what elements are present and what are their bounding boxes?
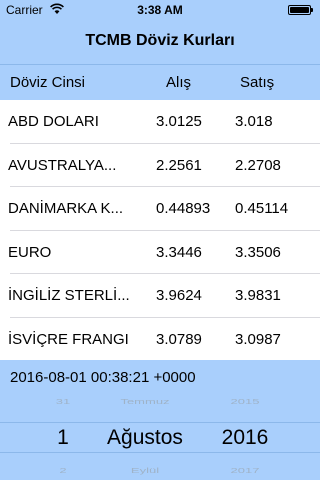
picker-day-column[interactable]: 31 1 2 bbox=[40, 396, 86, 480]
picker-day-current[interactable]: 1 bbox=[40, 426, 86, 450]
picker-day-prev[interactable]: 31 bbox=[40, 397, 86, 405]
selected-date-text: 2016-08-01 00:38:21 +0000 bbox=[10, 369, 196, 386]
picker-day-next[interactable]: 2 bbox=[40, 466, 86, 474]
clock: 3:38 AM bbox=[137, 3, 183, 17]
currency-name: İSVİÇRE FRANGI bbox=[8, 330, 129, 348]
header-buying: Alış bbox=[166, 74, 192, 91]
currency-list[interactable]: ABD DOLARI 3.0125 3.018 AVUSTRALYA... 2.… bbox=[0, 100, 320, 361]
table-header: Döviz Cinsi Alış Satış bbox=[0, 64, 320, 100]
picker-month-next[interactable]: Eylül bbox=[95, 466, 195, 474]
navigation-bar: Carrier 3:38 AM TCMB Döviz Kurları bbox=[0, 0, 320, 64]
selling-rate: 3.0987 bbox=[235, 330, 281, 348]
battery-icon bbox=[288, 5, 313, 15]
selected-date-bar: 2016-08-01 00:38:21 +0000 bbox=[0, 360, 320, 396]
table-row[interactable]: AVUSTRALYA... 2.2561 2.2708 bbox=[0, 143, 320, 187]
table-row[interactable]: İNGİLİZ STERLİ... 3.9624 3.9831 bbox=[0, 274, 320, 318]
currency-name: AVUSTRALYA... bbox=[8, 156, 117, 174]
buying-rate: 3.0789 bbox=[156, 330, 202, 348]
table-row[interactable]: İSVİÇRE FRANGI 3.0789 3.0987 bbox=[0, 317, 320, 361]
buying-rate: 2.2561 bbox=[156, 156, 202, 174]
selling-rate: 0.45114 bbox=[235, 200, 289, 217]
buying-rate: 0.44893 bbox=[156, 200, 211, 217]
selling-rate: 3.018 bbox=[235, 113, 273, 130]
picker-month-current[interactable]: Ağustos bbox=[95, 426, 195, 450]
table-row[interactable]: DANİMARKA K... 0.44893 0.45114 bbox=[0, 187, 320, 231]
picker-year-current[interactable]: 2016 bbox=[205, 426, 285, 450]
currency-name: İNGİLİZ STERLİ... bbox=[8, 287, 130, 304]
currency-name: ABD DOLARI bbox=[8, 113, 99, 130]
buying-rate: 3.3446 bbox=[156, 243, 202, 261]
header-currency-name: Döviz Cinsi bbox=[10, 74, 86, 91]
picker-year-next[interactable]: 2017 bbox=[205, 466, 285, 474]
picker-month-column[interactable]: Temmuz Ağustos Eylül bbox=[95, 396, 195, 480]
table-row[interactable]: ABD DOLARI 3.0125 3.018 bbox=[0, 100, 320, 144]
currency-name: DANİMARKA K... bbox=[8, 200, 124, 217]
currency-name: EURO bbox=[8, 243, 52, 261]
page-title: TCMB Döviz Kurları bbox=[85, 32, 235, 49]
buying-rate: 3.9624 bbox=[156, 287, 202, 304]
picker-year-column[interactable]: 2015 2016 2017 bbox=[205, 396, 285, 480]
selling-rate: 3.3506 bbox=[235, 243, 281, 261]
picker-month-prev[interactable]: Temmuz bbox=[95, 397, 195, 405]
header-selling: Satış bbox=[240, 74, 275, 91]
date-picker[interactable]: 31 1 2 Temmuz Ağustos Eylül 2015 2016 20… bbox=[0, 396, 320, 480]
battery-fill bbox=[290, 7, 309, 13]
selling-rate: 3.9831 bbox=[235, 287, 281, 304]
battery-nub bbox=[311, 8, 313, 12]
picker-year-prev[interactable]: 2015 bbox=[205, 397, 285, 405]
table-row[interactable]: EURO 3.3446 3.3506 bbox=[0, 230, 320, 274]
status-bar: Carrier 3:38 AM bbox=[0, 0, 320, 20]
selling-rate: 2.2708 bbox=[235, 156, 281, 174]
buying-rate: 3.0125 bbox=[156, 113, 202, 130]
